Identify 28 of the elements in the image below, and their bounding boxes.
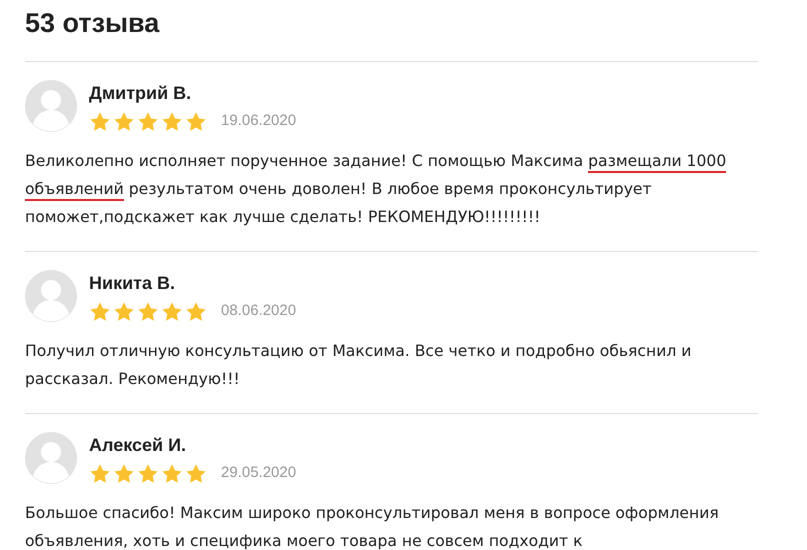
star-icon (137, 111, 159, 133)
star-icon (113, 301, 135, 323)
review-date: 08.06.2020 (221, 302, 296, 321)
review-text: Получил отличную консультацию от Максима. Все четко и подробно обьяснил и рассказал. Рекомендую!!! (25, 341, 692, 390)
review-date: 19.06.2020 (221, 112, 296, 131)
review-text: Великолепно исполняет порученное задание! С помощью Максима размещали 1000 объявлений результатом очень доволен! В любое время проконсультирует поможет,подскажет как лучше сделать! РЕКОМЕНДУЮ!!!!!!!!! (25, 151, 728, 228)
star-icon (161, 111, 183, 133)
star-icon (161, 463, 183, 485)
review-text: Большое спасибо! Максим широко проконсультировал меня в вопросе оформления объявления, хоть и специфика моего товара не совсем подходит к (25, 503, 720, 550)
avatar-icon (25, 80, 77, 132)
star-icon (89, 301, 111, 323)
star-icon (185, 111, 207, 133)
star-icon (137, 301, 159, 323)
star-icon (161, 301, 183, 323)
star-icon (113, 463, 135, 485)
reviewer-name: Алексей И. (89, 434, 186, 457)
reviews-heading: 53 отзыва (25, 8, 160, 39)
review-date: 29.05.2020 (221, 464, 296, 483)
star-icon (89, 111, 111, 133)
star-icon (113, 111, 135, 133)
star-icon (185, 463, 207, 485)
star-icon (137, 463, 159, 485)
avatar-icon (25, 432, 77, 484)
reviewer-name: Дмитрий В. (89, 82, 192, 105)
star-icon (89, 463, 111, 485)
star-icon (185, 301, 207, 323)
reviewer-name: Никита В. (89, 272, 175, 295)
avatar-icon (25, 270, 77, 322)
